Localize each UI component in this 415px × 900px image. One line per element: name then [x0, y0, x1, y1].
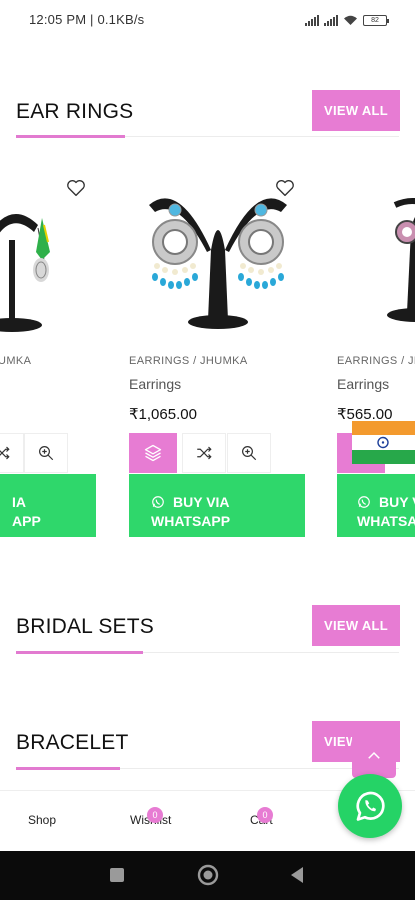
- product-image[interactable]: [337, 170, 415, 335]
- shuffle-icon: [0, 446, 10, 460]
- status-bar: 12:05 PM | 0.1KB/s 82: [0, 0, 415, 40]
- compare-button[interactable]: [0, 433, 24, 473]
- section-title: BRIDAL SETS: [16, 615, 154, 638]
- system-navigation-bar: [0, 851, 415, 900]
- section-header-ear-rings: EAR RINGS VIEW ALL: [0, 88, 415, 143]
- zoom-icon: [39, 446, 54, 461]
- whatsapp-button-label: WHATSA: [357, 512, 415, 529]
- whatsapp-button-label: APP: [12, 512, 41, 529]
- signal-icon: [324, 14, 338, 26]
- wifi-icon: [344, 15, 357, 25]
- whatsapp-chat-button[interactable]: [338, 774, 402, 838]
- whatsapp-button-label: BUY V: [379, 493, 415, 510]
- whatsapp-icon: [152, 496, 164, 508]
- nav-shop[interactable]: Shop: [28, 813, 56, 827]
- whatsapp-icon: [356, 791, 385, 821]
- chevron-up-icon: [368, 751, 380, 759]
- heart-icon[interactable]: [274, 177, 296, 199]
- section-header-bridal-sets: BRIDAL SETS VIEW ALL: [0, 603, 415, 658]
- shuffle-icon: [197, 446, 212, 460]
- product-category[interactable]: UMKA: [0, 355, 31, 367]
- view-all-button[interactable]: VIEW ALL: [312, 605, 400, 646]
- zoom-icon: [242, 446, 257, 461]
- whatsapp-button-label: BUY VIA: [173, 493, 230, 510]
- product-category[interactable]: EARRINGS / JH: [337, 355, 415, 367]
- india-flag-icon: [352, 421, 415, 464]
- cart-count-badge: 0: [257, 807, 273, 823]
- product-card[interactable]: EARRINGS / JHUMKA Earrings ₹1,065.00 BUY…: [129, 165, 306, 540]
- signal-icon: [305, 14, 319, 26]
- home-icon[interactable]: [197, 864, 219, 886]
- recents-icon[interactable]: [108, 865, 126, 885]
- status-icons: 82: [305, 12, 389, 26]
- product-name[interactable]: Earrings: [129, 376, 181, 392]
- buy-via-whatsapp-button[interactable]: BUY VIA WHATSAPP: [129, 474, 305, 537]
- section-title: BRACELET: [16, 731, 129, 754]
- battery-icon: 82: [363, 15, 389, 26]
- section-title: EAR RINGS: [16, 100, 134, 123]
- view-all-button[interactable]: VIEW ALL: [312, 90, 400, 131]
- section-underline: [16, 651, 143, 654]
- product-price: ₹1,065.00: [129, 406, 197, 423]
- status-time: 12:05 PM | 0.1KB/s: [29, 12, 145, 27]
- buy-via-whatsapp-button[interactable]: IA APP: [0, 474, 96, 537]
- compare-button[interactable]: [182, 433, 226, 473]
- product-card[interactable]: UMKA IA APP: [0, 165, 97, 540]
- section-underline: [16, 135, 125, 138]
- section-underline: [16, 767, 120, 770]
- product-carousel[interactable]: UMKA IA APP EARRINGS / JHUMKA Earrings ₹…: [0, 165, 415, 545]
- wishlist-count-badge: 0: [147, 807, 163, 823]
- product-name[interactable]: Earrings: [337, 376, 389, 392]
- scroll-to-top-button[interactable]: [352, 734, 396, 778]
- whatsapp-icon: [358, 496, 370, 508]
- select-options-button[interactable]: [129, 433, 177, 473]
- quick-view-button[interactable]: [24, 433, 68, 473]
- buy-via-whatsapp-button[interactable]: BUY V WHATSA: [337, 474, 415, 537]
- product-category[interactable]: EARRINGS / JHUMKA: [129, 355, 248, 367]
- quick-view-button[interactable]: [227, 433, 271, 473]
- heart-icon[interactable]: [65, 177, 87, 199]
- product-card[interactable]: EARRINGS / JH Earrings ₹565.00 BUY V WHA…: [337, 165, 415, 540]
- whatsapp-button-label: IA: [12, 493, 26, 510]
- back-icon[interactable]: [288, 865, 306, 885]
- layers-icon: [144, 444, 162, 462]
- whatsapp-button-label: WHATSAPP: [151, 512, 231, 529]
